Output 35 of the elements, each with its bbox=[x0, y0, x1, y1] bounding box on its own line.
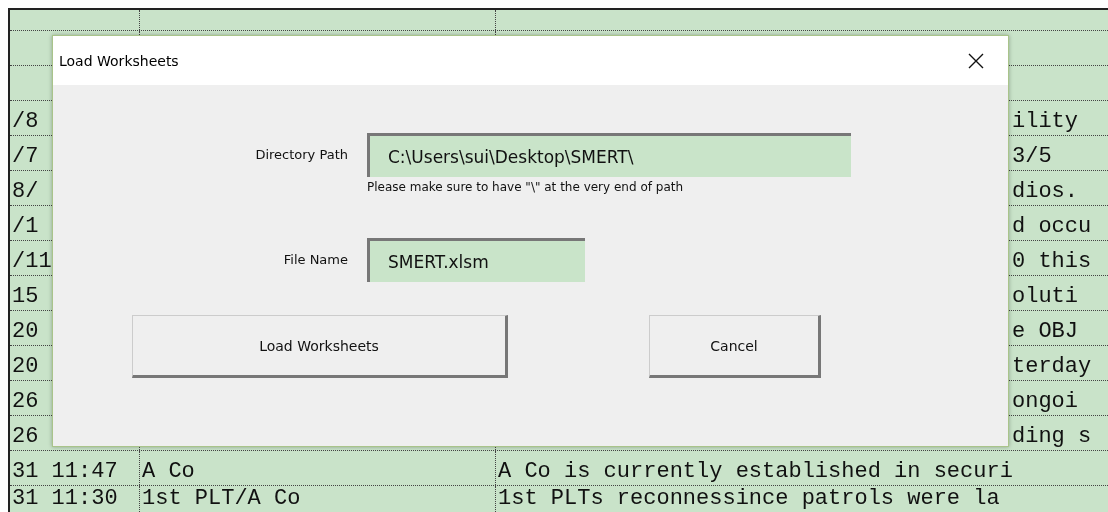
cell-text: ongoi bbox=[1012, 388, 1078, 415]
cell-text: oluti bbox=[1012, 283, 1078, 310]
cell-text: /1 bbox=[12, 213, 39, 240]
hint-text: Please make sure to have "\" at the very end of path bbox=[367, 180, 684, 194]
cell-text: e OBJ bbox=[1012, 318, 1078, 345]
dialog-title: Load Worksheets bbox=[59, 52, 179, 69]
cell-text: terday bbox=[1012, 353, 1092, 380]
field-label: File Name bbox=[282, 251, 348, 269]
cell-text: 20 bbox=[12, 353, 39, 380]
cell-text: 0 this bbox=[1012, 248, 1092, 275]
cell-text: A Co bbox=[142, 458, 195, 485]
cell-text: /11 bbox=[12, 248, 52, 275]
cell-text: 26 bbox=[12, 423, 39, 450]
cell-text: A Co is currently established in securi bbox=[498, 458, 1013, 485]
cell-text: 8/ bbox=[12, 178, 39, 205]
cell-text: 3/5 bbox=[1012, 143, 1052, 170]
close-icon bbox=[968, 52, 984, 69]
cell-text: 31 11:47 bbox=[12, 458, 118, 485]
input-field[interactable]: SMERT.xlsm bbox=[367, 238, 585, 282]
cell-text: 26 bbox=[12, 388, 39, 415]
cell-text: ding s bbox=[1012, 423, 1092, 450]
input-field[interactable]: C:\Users\sui\Desktop\SMERT\ bbox=[367, 133, 851, 177]
cancel-button[interactable]: Cancel bbox=[649, 315, 821, 378]
cell-text: /7 bbox=[12, 143, 39, 170]
cell-text: 20 bbox=[12, 318, 39, 345]
cell-text: 1st PLT/A Co bbox=[142, 486, 301, 512]
field-label: Directory Path bbox=[254, 146, 348, 164]
cell-text: d occu bbox=[1012, 213, 1092, 240]
cell-text: ility bbox=[1012, 108, 1078, 135]
cell-text: 31 11:30 bbox=[12, 486, 118, 512]
cell-text: 1st PLTs reconnessince patrols were la bbox=[498, 486, 1000, 512]
cell-text: /8 bbox=[12, 108, 39, 135]
load-button[interactable]: Load Worksheets bbox=[132, 315, 508, 378]
cell-text: dios. bbox=[1012, 178, 1078, 205]
cell-text: 15 bbox=[12, 283, 39, 310]
